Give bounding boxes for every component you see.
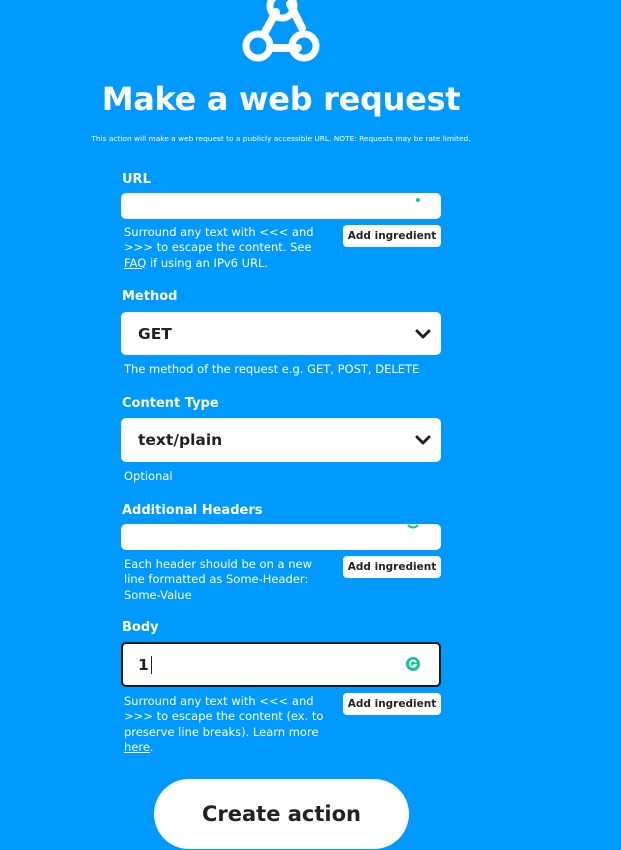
body-add-ingredient-button[interactable]: Add ingredient bbox=[343, 693, 441, 715]
learn-more-link[interactable]: here bbox=[124, 740, 150, 754]
headers-input[interactable] bbox=[121, 524, 441, 550]
body-input[interactable]: 1 bbox=[121, 642, 441, 687]
page-title: Make a web request bbox=[101, 80, 461, 118]
headers-help-text: Each header should be on a new line form… bbox=[124, 557, 312, 602]
content-type-select-value: text/plain bbox=[138, 431, 223, 449]
body-help-text: Surround any text with <<< and >>> to es… bbox=[124, 694, 324, 754]
chevron-down-icon bbox=[415, 435, 431, 445]
webhook-action-page: Make a web request This action will make… bbox=[0, 0, 621, 850]
webhook-icon bbox=[242, 0, 320, 62]
text-cursor bbox=[150, 655, 153, 674]
headers-add-ingredient-button[interactable]: Add ingredient bbox=[343, 556, 441, 578]
grammarly-icon[interactable] bbox=[405, 656, 421, 672]
url-label: URL bbox=[122, 172, 151, 187]
method-help-text: The method of the request e.g. GET, POST… bbox=[124, 362, 420, 376]
content-type-label: Content Type bbox=[122, 396, 219, 411]
url-input[interactable] bbox=[121, 193, 441, 219]
grammarly-icon bbox=[407, 524, 419, 529]
url-add-ingredient-button[interactable]: Add ingredient bbox=[343, 225, 441, 247]
create-action-button[interactable]: Create action bbox=[154, 779, 409, 849]
content-type-select[interactable]: text/plain bbox=[121, 418, 441, 462]
faq-link[interactable]: FAQ bbox=[124, 256, 146, 270]
body-label: Body bbox=[122, 620, 159, 635]
body-input-value: 1 bbox=[138, 644, 153, 685]
page-subtitle: This action will make a web request to a… bbox=[91, 134, 471, 143]
method-select-value: GET bbox=[138, 324, 172, 343]
content-type-help-text: Optional bbox=[124, 469, 173, 483]
headers-label: Additional Headers bbox=[122, 503, 263, 518]
chevron-down-icon bbox=[415, 329, 431, 338]
method-select[interactable]: GET bbox=[121, 312, 441, 355]
grammarly-dot-icon bbox=[416, 198, 420, 202]
method-label: Method bbox=[122, 289, 178, 304]
url-help-text: Surround any text with <<< and >>> to es… bbox=[124, 225, 314, 270]
